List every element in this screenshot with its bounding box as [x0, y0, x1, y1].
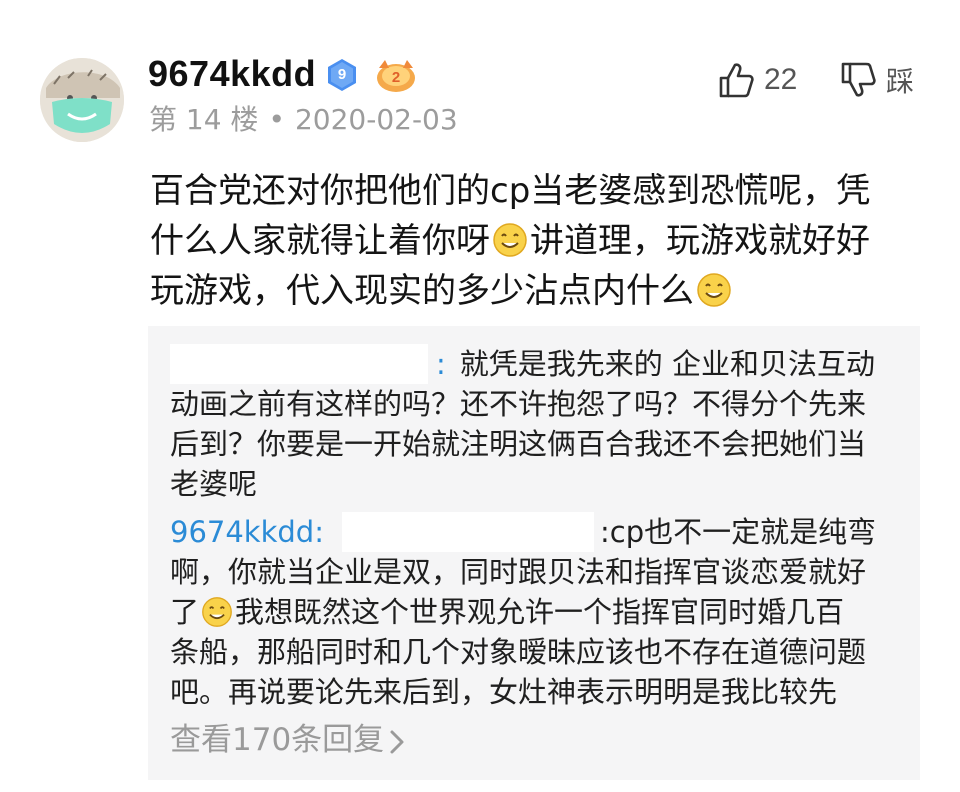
- redacted-username: [341, 512, 594, 552]
- comment-content: 百合党还对你把他们的cp当老婆感到恐慌呢，凭 什么人家就得让着你呀 讲道理，玩游戏…: [150, 166, 930, 316]
- comment-post: 9674kkdd 9 2 第 14 楼 • 2020-02-03 22 踩 百合党还…: [0, 0, 960, 792]
- dislike-button[interactable]: 踩: [840, 58, 914, 102]
- content-line: 百合党还对你把他们的cp当老婆感到恐慌呢，凭: [150, 171, 871, 211]
- reply-line: 啊，你就当企业是双，同时跟贝法和指挥官谈恋爱就好: [170, 555, 867, 589]
- replies-box: : 就凭是我先来的 企业和贝法互动 动画之前有这样的吗？还不许抱怨了吗？不得分个先…: [148, 326, 920, 780]
- view-all-replies-link[interactable]: 查看170条回复: [170, 718, 406, 762]
- thumbs-up-icon: [719, 63, 754, 98]
- reply-author[interactable]: 9674kkdd:: [170, 515, 324, 549]
- post-meta: 第 14 楼 • 2020-02-03: [149, 100, 458, 140]
- meta-separator: •: [268, 103, 285, 136]
- smile-emoji-icon: [493, 223, 527, 257]
- reply-line: 后到？你要是一开始就注明这俩百合我还不会把她们当: [170, 427, 867, 461]
- post-date: 2020-02-03: [294, 103, 458, 136]
- reply-line: 就凭是我先来的 企业和贝法互动: [459, 347, 876, 381]
- reply-line: 老婆呢: [170, 467, 258, 501]
- reply-item[interactable]: 9674kkdd: :cp也不一定就是纯弯 啊，你就当企业是双，同时跟贝法和指挥官…: [170, 512, 876, 712]
- redacted-username: [170, 344, 428, 384]
- view-replies-label: 查看170条回复: [170, 722, 385, 758]
- floor-number: 第 14 楼: [149, 103, 259, 136]
- reply-line: 吧。再说要论先来后到，女灶神表示明明是我比较先: [170, 675, 838, 709]
- thumbs-down-icon: [841, 62, 876, 97]
- reply-line: :cp也不一定就是纯弯: [599, 515, 877, 549]
- level-number: 9: [337, 66, 347, 83]
- reply-separator: :: [436, 347, 446, 381]
- content-line: 什么人家就得让着你呀 讲道理，玩游戏就好好: [150, 221, 870, 261]
- like-button[interactable]: 22: [718, 58, 797, 102]
- dislike-label: 踩: [886, 65, 915, 98]
- username[interactable]: 9674kkdd: [148, 52, 316, 96]
- svg-text:2: 2: [392, 69, 400, 86]
- reply-line: 了我想既然这个世界观允许一个指挥官同时婚几百: [170, 595, 845, 629]
- content-line: 玩游戏，代入现实的多少沾点内什么: [150, 266, 930, 316]
- avatar[interactable]: [40, 58, 124, 142]
- reply-item[interactable]: : 就凭是我先来的 企业和贝法互动 动画之前有这样的吗？还不许抱怨了吗？不得分个先…: [170, 344, 875, 504]
- smile-emoji-icon: [202, 597, 232, 627]
- like-count: 22: [764, 63, 798, 96]
- smile-emoji-icon: [697, 273, 731, 307]
- reply-line: 动画之前有这样的吗？还不许抱怨了吗？不得分个先来: [170, 387, 867, 421]
- special-badge-icon: 2: [377, 60, 415, 92]
- chevron-right-icon: [390, 730, 404, 753]
- reply-line: 条船，那船同时和几个对象暧昧应该也不存在道德问题: [170, 635, 867, 669]
